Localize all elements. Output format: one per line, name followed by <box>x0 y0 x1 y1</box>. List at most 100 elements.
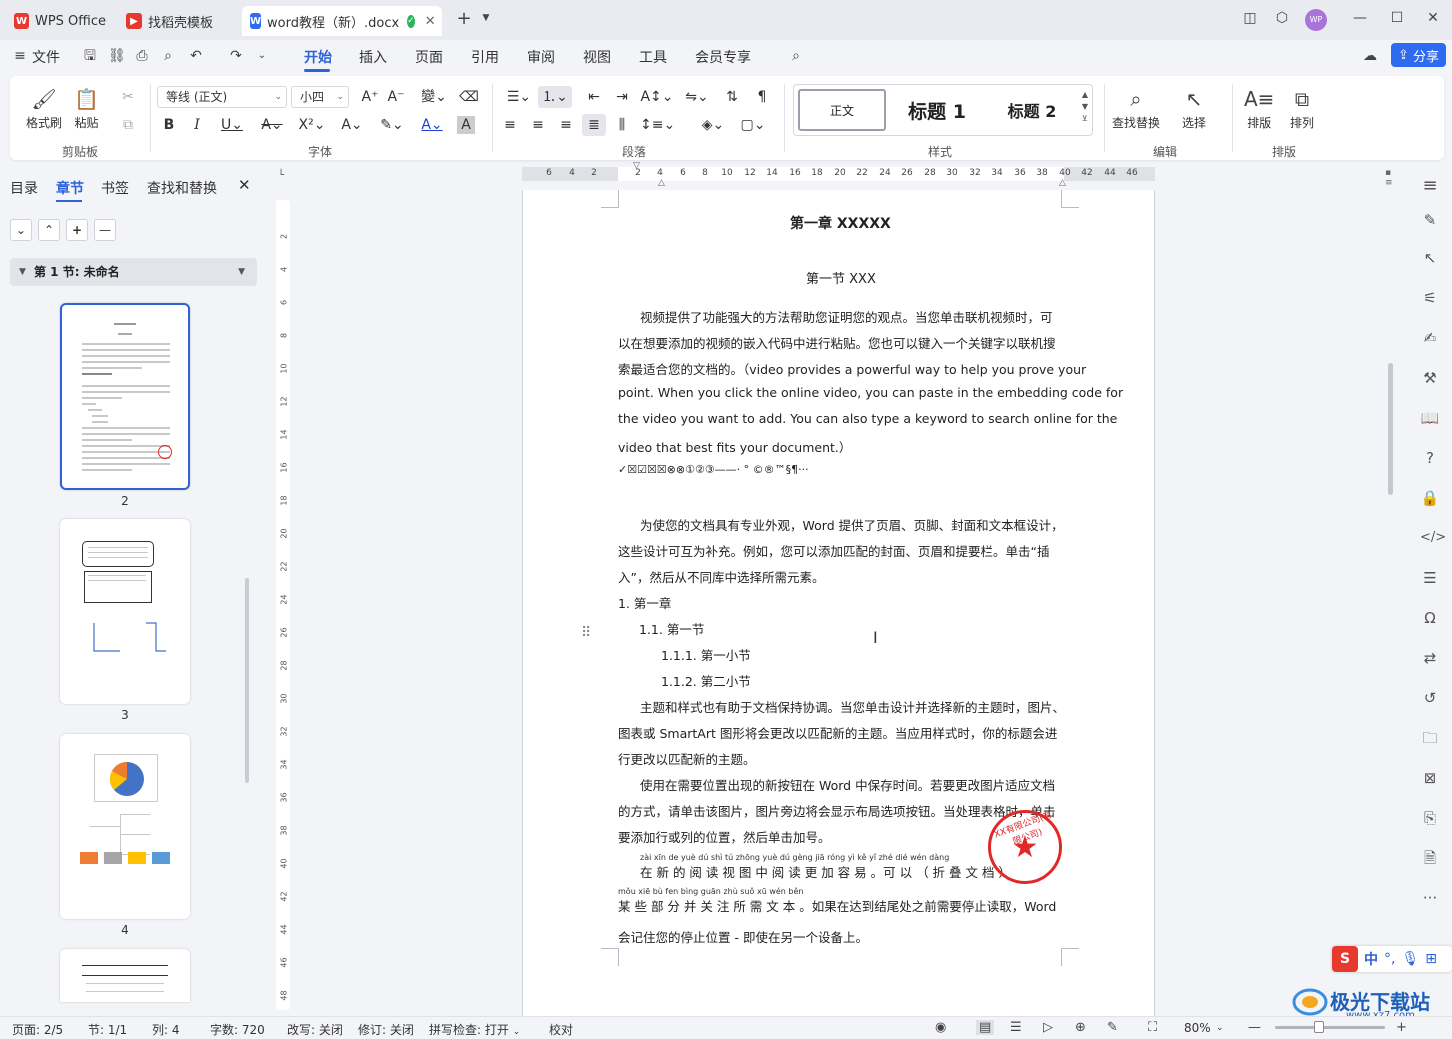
indent-marker-icon[interactable]: ▽ <box>633 161 640 171</box>
arrange-button[interactable]: ⧉ 排列 <box>1290 84 1314 131</box>
cube-icon[interactable]: ⬡ <box>1272 10 1292 26</box>
justify-icon[interactable]: ≣ <box>582 114 606 136</box>
maximize-icon[interactable]: ☐ <box>1387 10 1407 26</box>
menu-insert[interactable]: 插入 <box>359 47 387 67</box>
tab-find-replace[interactable]: 查找和替换 <box>147 178 217 198</box>
menu-home[interactable]: 开始 <box>304 47 332 67</box>
collapse-up-icon[interactable]: ⌃ <box>38 219 60 241</box>
shading-icon[interactable]: ◈⌄ <box>696 114 730 136</box>
show-marks-icon[interactable]: ¶ <box>750 86 774 108</box>
page-thumbnail[interactable] <box>60 949 190 1002</box>
align-center-icon[interactable]: ≡ <box>526 114 550 136</box>
translate-icon[interactable]: ⇄ <box>1420 648 1440 668</box>
bullet-list-icon[interactable]: ☰⌄ <box>502 86 536 108</box>
right-indent-marker-icon[interactable]: △ <box>1059 178 1066 188</box>
font-color-icon[interactable]: A⌄ <box>415 114 449 136</box>
style-scroll-icon[interactable]: ▲ ▼ ⊻ <box>1082 89 1088 125</box>
outline-view-icon[interactable]: ☰ <box>1010 1020 1022 1035</box>
page-view-icon[interactable]: ▤ <box>976 1020 995 1035</box>
zoom-level[interactable]: 80% <box>1184 1021 1211 1035</box>
menu-page[interactable]: 页面 <box>415 47 443 67</box>
clear-format-icon[interactable]: ⌫ <box>457 86 481 108</box>
cloud-icon[interactable]: ☁ <box>1362 48 1378 64</box>
tab-dropdown-icon[interactable]: ▼ <box>476 13 496 23</box>
page-thumbnail[interactable] <box>60 303 190 490</box>
eye-icon[interactable]: ◉ <box>935 1020 946 1035</box>
distributed-icon[interactable]: ⫼ <box>610 114 634 136</box>
play-icon[interactable]: ▷ <box>1043 1020 1053 1035</box>
superscript-icon[interactable]: X²⌄ <box>295 114 329 136</box>
menu-member[interactable]: 会员专享 <box>695 47 751 67</box>
pane-scrollbar[interactable] <box>245 578 249 783</box>
more-icon[interactable]: ··· <box>1420 888 1440 908</box>
numbered-list-icon[interactable]: ⒈⌄ <box>538 86 572 108</box>
ai-write-icon[interactable]: ✍ <box>1420 328 1440 348</box>
select-button[interactable]: ↖ 选择 <box>1182 84 1206 131</box>
word-count[interactable]: 字数: 720 <box>210 1021 265 1038</box>
highlight-icon[interactable]: ✎⌄ <box>375 114 409 136</box>
page-thumbnail[interactable] <box>60 519 190 704</box>
tab-bookmarks[interactable]: 书签 <box>101 178 129 198</box>
layout-button[interactable]: A≡ 排版 <box>1244 84 1274 131</box>
minimize-icon[interactable]: — <box>1350 10 1370 26</box>
style-heading-2[interactable]: 标题 2 <box>990 89 1074 131</box>
pen-icon[interactable]: ✎ <box>1420 210 1440 230</box>
tab-template[interactable]: ▶ 找稻壳模板 <box>118 6 236 36</box>
align-left-icon[interactable]: ≡ <box>498 114 522 136</box>
history-icon[interactable]: ↺ <box>1420 688 1440 708</box>
doc-search-icon[interactable]: 🗎 <box>1420 848 1440 868</box>
code-icon[interactable]: </> <box>1420 528 1446 548</box>
text-flow-icon[interactable]: ⇋⌄ <box>680 86 714 108</box>
menu-references[interactable]: 引用 <box>471 47 499 67</box>
link-icon[interactable]: ⛓ <box>108 48 126 64</box>
menu-file[interactable]: 文件 <box>32 47 60 67</box>
menu-review[interactable]: 审阅 <box>527 47 555 67</box>
hamburger-icon[interactable]: ≡ <box>12 48 28 64</box>
share-button[interactable]: ⇪ 分享 <box>1391 43 1446 67</box>
avatar[interactable]: WP <box>1305 9 1327 31</box>
spell-check-status[interactable]: 拼写检查: 打开 ⌄ <box>429 1021 520 1038</box>
text-effect-icon[interactable]: A⌄ <box>335 114 369 136</box>
style-normal[interactable]: 正文 <box>798 89 886 131</box>
expand-down-icon[interactable]: ⌄ <box>10 219 32 241</box>
print-icon[interactable]: ⎙ <box>134 48 150 64</box>
italic-icon[interactable]: I <box>185 114 209 136</box>
format-painter-button[interactable]: 🖌 格式刷 <box>26 84 62 131</box>
cut-icon[interactable]: ✂ <box>116 86 140 108</box>
adjust-icon[interactable]: ⚟ <box>1420 288 1440 308</box>
select-cursor-icon[interactable]: ↖ <box>1420 248 1440 268</box>
menu-view[interactable]: 视图 <box>583 47 611 67</box>
redo-icon[interactable]: ↷ <box>228 48 244 64</box>
tab-wps-office[interactable]: W WPS Office <box>6 6 114 36</box>
close-pane-icon[interactable]: ✕ <box>238 176 251 194</box>
lock-icon[interactable]: 🔒 <box>1420 488 1440 508</box>
font-family-select[interactable]: 等线 (正文) ⌄ <box>157 86 287 108</box>
strikethrough-icon[interactable]: A⌄ <box>255 114 289 136</box>
layout-icon[interactable]: ◫ <box>1240 10 1260 26</box>
paste-button[interactable]: 📋 粘贴 <box>74 84 99 131</box>
zoom-slider-knob[interactable] <box>1314 1021 1324 1033</box>
more-dropdown-icon[interactable]: ⌄ <box>254 48 270 64</box>
style-heading-1[interactable]: 标题 1 <box>892 89 982 131</box>
help-icon[interactable]: ? <box>1420 448 1440 468</box>
new-tab-button[interactable]: + <box>454 8 474 29</box>
decrease-indent-icon[interactable]: ⇤ <box>582 86 606 108</box>
undo-icon[interactable]: ↶ <box>188 48 204 64</box>
zoom-in-icon[interactable]: + <box>1396 1020 1407 1035</box>
ruler-toggle-icon[interactable]: ▪ ≡ <box>1385 168 1393 188</box>
add-section-icon[interactable]: + <box>66 219 88 241</box>
tab-document[interactable]: W word教程（新）.docx ✓ ✕ <box>242 6 442 36</box>
doc-compare-icon[interactable]: ⎘ <box>1420 808 1440 828</box>
menu-tools[interactable]: 工具 <box>639 47 667 67</box>
align-right-icon[interactable]: ≡ <box>554 114 578 136</box>
phonetic-guide-icon[interactable]: 變⌄ <box>416 86 452 108</box>
close-tab-icon[interactable]: ✕ <box>425 14 436 29</box>
find-replace-button[interactable]: ⌕ 查找替换 <box>1112 84 1160 131</box>
font-size-select[interactable]: 小四 ⌄ <box>291 86 349 108</box>
proofread-button[interactable]: 校对 <box>549 1021 573 1038</box>
track-changes-status[interactable]: 修订: 关闭 <box>358 1021 414 1038</box>
ime-toolbar[interactable]: S 中 °, 🎙 ⊞ <box>1332 946 1452 972</box>
fit-page-icon[interactable]: ⛶ <box>1148 1020 1157 1035</box>
copy-icon[interactable]: ⧉ <box>116 114 140 136</box>
document-scrollbar[interactable] <box>1388 363 1393 495</box>
